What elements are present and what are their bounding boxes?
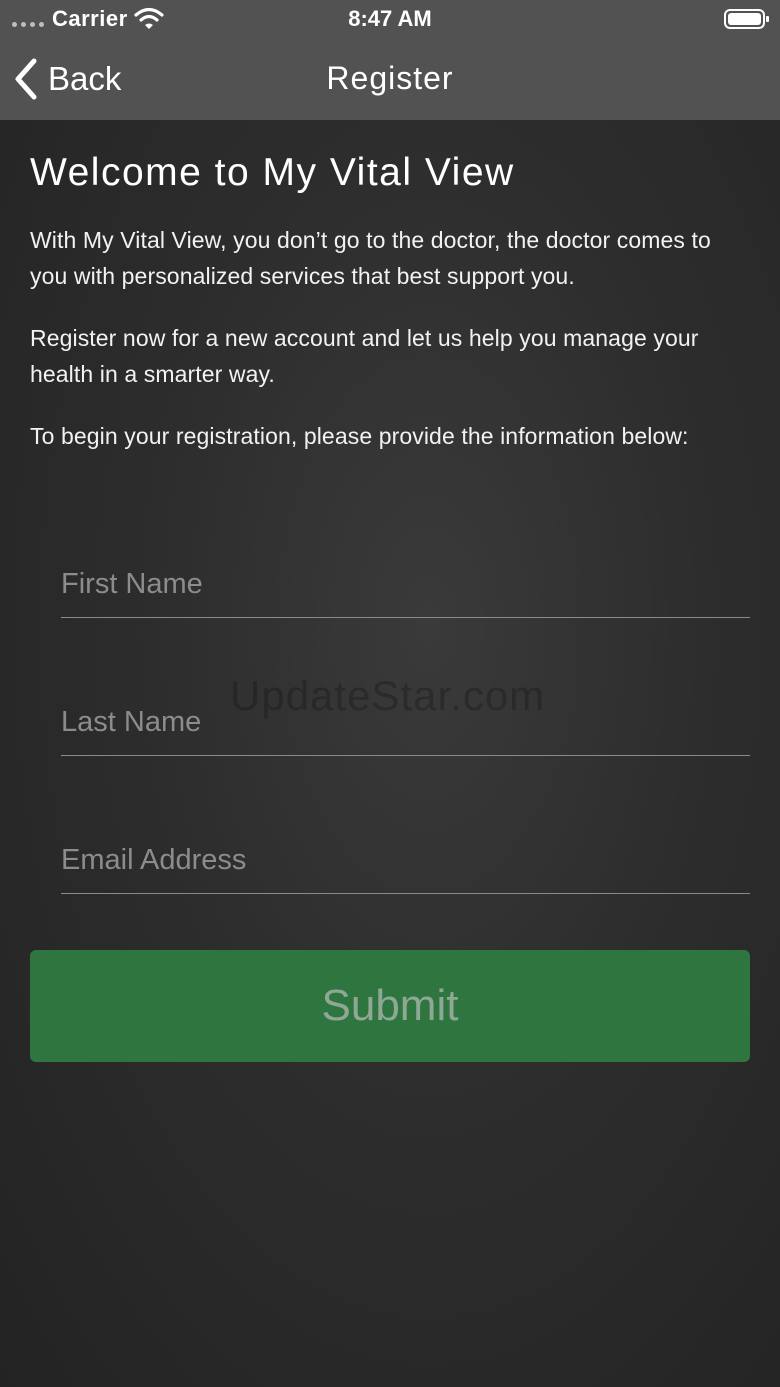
nav-bar: Back Register xyxy=(0,40,780,120)
email-field-container xyxy=(61,813,750,894)
intro-paragraph-3: To begin your registration, please provi… xyxy=(30,423,689,449)
status-time: 8:47 AM xyxy=(348,6,432,31)
register-screen: Carrier 8:47 AM Back Register Welcome to… xyxy=(0,0,780,1387)
battery-icon xyxy=(724,9,769,29)
intro-paragraph-2: Register now for a new account and let u… xyxy=(30,325,699,387)
intro-paragraph-1: With My Vital View, you don’t go to the … xyxy=(30,227,711,289)
first-name-input[interactable] xyxy=(61,568,750,601)
first-name-field-container xyxy=(61,537,750,618)
intro-section: Welcome to My Vital View With My Vital V… xyxy=(30,150,750,454)
submit-button[interactable]: Submit xyxy=(30,950,750,1062)
page-title: Register xyxy=(326,60,454,96)
top-bar: Carrier 8:47 AM Back Register xyxy=(0,0,780,120)
status-bar: Carrier 8:47 AM xyxy=(0,0,780,40)
email-input[interactable] xyxy=(61,844,750,877)
watermark: UpdateStar.com xyxy=(230,672,546,719)
welcome-title: Welcome to My Vital View xyxy=(30,151,515,194)
